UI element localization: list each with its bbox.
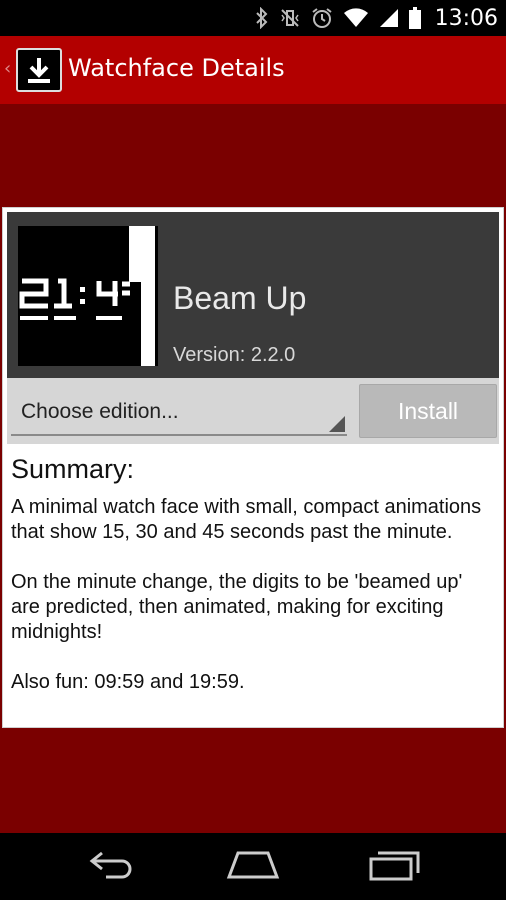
dropdown-arrow-icon xyxy=(329,416,345,432)
battery-icon xyxy=(408,7,421,29)
watchface-name: Beam Up xyxy=(173,280,307,316)
action-bar: ‹ Watchface Details xyxy=(0,36,506,104)
page-title: Watchface Details xyxy=(68,54,285,82)
signal-icon xyxy=(379,9,398,27)
back-icon[interactable] xyxy=(88,847,138,883)
summary-paragraph: On the minute change, the digits to be '… xyxy=(11,571,463,643)
status-icons: 13:06 xyxy=(255,0,498,36)
edition-select[interactable]: Choose edition... xyxy=(11,386,347,436)
summary-paragraph: Also fun: 09:59 and 19:59. xyxy=(11,671,245,693)
edition-select-label: Choose edition... xyxy=(21,400,179,423)
download-icon xyxy=(28,58,50,83)
vibrate-icon xyxy=(280,9,299,27)
controls-bar: Choose edition... Install xyxy=(7,378,499,444)
up-caret-icon[interactable]: ‹ xyxy=(4,58,11,79)
home-icon[interactable] xyxy=(226,847,280,883)
watchface-version: Version: 2.2.0 xyxy=(173,344,296,366)
app-icon[interactable] xyxy=(16,48,62,92)
recents-icon[interactable] xyxy=(368,847,422,883)
summary-paragraph: A minimal watch face with small, compact… xyxy=(11,496,482,543)
status-bar: 13:06 xyxy=(0,0,506,36)
navigation-bar xyxy=(0,833,506,900)
status-time: 13:06 xyxy=(434,5,498,31)
summary-section: Summary: A minimal watch face with small… xyxy=(11,454,495,720)
watchface-card: Beam Up Version: 2.2.0 Choose edition...… xyxy=(2,207,504,728)
card-header: Beam Up Version: 2.2.0 xyxy=(7,212,499,378)
alarm-icon xyxy=(311,8,332,28)
watchface-thumbnail xyxy=(18,226,158,366)
summary-title: Summary: xyxy=(11,454,135,484)
wifi-icon xyxy=(343,8,368,27)
bluetooth-icon xyxy=(255,7,268,29)
install-button[interactable]: Install xyxy=(359,384,497,438)
